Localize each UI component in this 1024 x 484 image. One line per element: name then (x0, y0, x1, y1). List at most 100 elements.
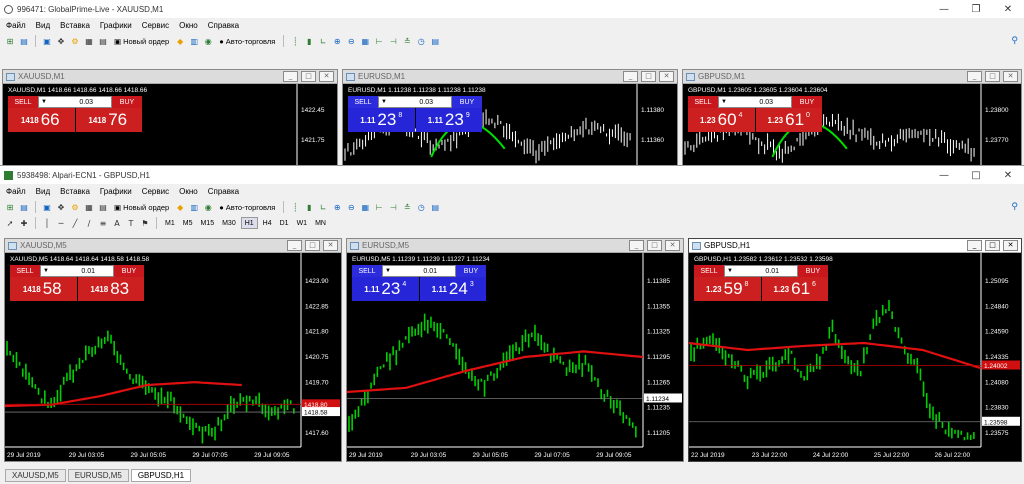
navigator-icon[interactable]: ✥ (55, 35, 67, 48)
timeframe-h4[interactable]: H4 (260, 217, 275, 229)
minimize-button[interactable]: — (928, 4, 960, 15)
periods-icon[interactable]: ◷ (415, 35, 427, 48)
signals-icon[interactable]: ▥ (188, 35, 200, 48)
sell-button[interactable]: SELL (352, 265, 382, 277)
timeframe-m15[interactable]: M15 (197, 217, 217, 229)
sell-button[interactable]: SELL (10, 265, 40, 277)
chart-plot[interactable]: 1.11380 1.11360 EURUSD,M1 1.11238 1.11238… (343, 84, 677, 165)
indicators-icon[interactable]: ≛ (401, 201, 413, 214)
navigator-icon[interactable]: ✥ (55, 201, 67, 214)
minimize-button[interactable]: _ (967, 240, 982, 251)
templates-icon[interactable]: ▤ (429, 35, 441, 48)
chart-shift-icon[interactable]: ⊣ (387, 35, 399, 48)
chart-plot[interactable]: 1423.90 1422.85 1421.80 1420.75 1419.70 1418.… (5, 253, 341, 461)
menu-charts[interactable]: Графики (100, 21, 132, 30)
minimize-button[interactable]: _ (283, 71, 298, 82)
zoom-in-icon[interactable]: ⊕ (331, 35, 343, 48)
minimize-button[interactable]: — (928, 170, 960, 181)
menu-view[interactable]: Вид (36, 21, 50, 30)
chart-window-eurusd-m5[interactable]: EURUSD,M5 _ □ ✕ 1.11385 1.11355 1.11325 1.1129… (346, 238, 684, 462)
line-chart-icon[interactable]: ∟ (317, 35, 329, 48)
minimize-button[interactable]: _ (629, 240, 644, 251)
autotrading-button[interactable]: ● Авто-торговля (216, 37, 278, 46)
profiles-icon[interactable]: ▤ (18, 201, 30, 214)
text-icon[interactable]: A (111, 217, 123, 230)
dropdown-arrow-icon[interactable]: ▼ (727, 268, 733, 274)
zoom-in-icon[interactable]: ⊕ (331, 201, 343, 214)
meta-editor-icon[interactable]: ◆ (174, 35, 186, 48)
bid-price-button[interactable]: 1.23 60 4 (688, 108, 755, 132)
dropdown-arrow-icon[interactable]: ▼ (381, 99, 387, 105)
close-button[interactable]: ✕ (665, 240, 680, 251)
lot-size-input[interactable]: ▼ 0.03 (718, 96, 792, 108)
ask-price-button[interactable]: 1.23 61 6 (761, 277, 828, 301)
market-icon[interactable]: ◉ (202, 35, 214, 48)
chart-plot[interactable]: 1.23800 1.23770 GBPUSD,M1 1.23605 1.23605… (683, 84, 1021, 165)
dropdown-arrow-icon[interactable]: ▼ (385, 268, 391, 274)
profiles-icon[interactable]: ▤ (18, 35, 30, 48)
buy-button[interactable]: BUY (452, 96, 482, 108)
chart-window-eurusd-m1[interactable]: EURUSD,M1 _ □ ✕ 1.11380 1.11360 EURUSD,M1 1.… (342, 69, 678, 166)
menu-view[interactable]: Вид (36, 187, 50, 196)
menu-tools[interactable]: Сервис (142, 187, 169, 196)
menu-charts[interactable]: Графики (100, 187, 132, 196)
equidistant-channel-icon[interactable]: ∕ (83, 217, 95, 230)
trendline-icon[interactable]: ╱ (69, 217, 81, 230)
zoom-out-icon[interactable]: ⊖ (345, 201, 357, 214)
buy-button[interactable]: BUY (112, 96, 142, 108)
menu-insert[interactable]: Вставка (60, 187, 90, 196)
lot-size-input[interactable]: ▼ 0.01 (382, 265, 456, 277)
bid-price-button[interactable]: 1418 58 (10, 277, 77, 301)
templates-icon[interactable]: ▤ (429, 201, 441, 214)
bid-price-button[interactable]: 1.11 23 4 (352, 277, 419, 301)
timeframe-d1[interactable]: D1 (277, 217, 292, 229)
minimize-button[interactable]: _ (623, 71, 638, 82)
menu-file[interactable]: Файл (6, 21, 26, 30)
restore-button[interactable]: □ (647, 240, 662, 251)
crosshair-icon[interactable]: ✚ (18, 217, 30, 230)
timeframe-mn[interactable]: MN (312, 217, 329, 229)
dropdown-arrow-icon[interactable]: ▼ (721, 99, 727, 105)
terminal-icon[interactable]: ▦ (83, 201, 95, 214)
buy-button[interactable]: BUY (792, 96, 822, 108)
tile-icon[interactable]: ▦ (359, 35, 371, 48)
indicators-icon[interactable]: ≛ (401, 35, 413, 48)
candles-icon[interactable]: ▮ (303, 35, 315, 48)
sell-button[interactable]: SELL (8, 96, 38, 108)
chart-window-gbpusd-h1[interactable]: GBPUSD,H1 _ □ ✕ 1.25095 1.24840 1.24590 1.2433… (688, 238, 1022, 462)
lot-size-input[interactable]: ▼ 0.01 (40, 265, 114, 277)
minimize-button[interactable]: _ (287, 240, 302, 251)
ask-price-button[interactable]: 1.11 23 9 (415, 108, 482, 132)
restore-button[interactable]: □ (305, 240, 320, 251)
minimize-button[interactable]: _ (967, 71, 982, 82)
data-window-icon[interactable]: ⚙ (69, 201, 81, 214)
timeframe-m30[interactable]: M30 (219, 217, 239, 229)
new-chart-icon[interactable]: ⊞ (4, 201, 16, 214)
timeframe-w1[interactable]: W1 (294, 217, 311, 229)
sell-button[interactable]: SELL (688, 96, 718, 108)
new-order-button[interactable]: ▣ Новый ордер (111, 37, 172, 46)
dropdown-arrow-icon[interactable]: ▼ (41, 99, 47, 105)
arrows-icon[interactable]: ⚑ (139, 217, 151, 230)
search-icon[interactable]: ⚲ (1011, 36, 1018, 46)
close-button[interactable]: ✕ (323, 240, 338, 251)
horizontal-line-icon[interactable]: ─ (55, 217, 67, 230)
tab-eurusd-m5[interactable]: EURUSD,M5 (67, 469, 129, 482)
text-label-icon[interactable]: T (125, 217, 137, 230)
line-chart-icon[interactable]: ∟ (317, 201, 329, 214)
market-icon[interactable]: ◉ (202, 201, 214, 214)
market-watch-icon[interactable]: ▣ (41, 35, 53, 48)
lot-size-input[interactable]: ▼ 0.03 (378, 96, 452, 108)
menu-help[interactable]: Справка (208, 21, 239, 30)
restore-button[interactable]: □ (301, 71, 316, 82)
close-button[interactable]: ✕ (1003, 240, 1018, 251)
chart-window-xauusd-m1[interactable]: XAUUSD,M1 _ □ ✕ 1422.45 1421.75 XAUUSD,M1 14… (2, 69, 338, 166)
dropdown-arrow-icon[interactable]: ▼ (43, 268, 49, 274)
bar-chart-icon[interactable]: ┊ (289, 201, 301, 214)
fibonacci-icon[interactable]: ≡ (97, 217, 109, 230)
restore-button[interactable]: □ (985, 240, 1000, 251)
bid-price-button[interactable]: 1.11 23 8 (348, 108, 415, 132)
menu-file[interactable]: Файл (6, 187, 26, 196)
data-window-icon[interactable]: ⚙ (69, 35, 81, 48)
timeframe-h1[interactable]: H1 (240, 217, 258, 229)
